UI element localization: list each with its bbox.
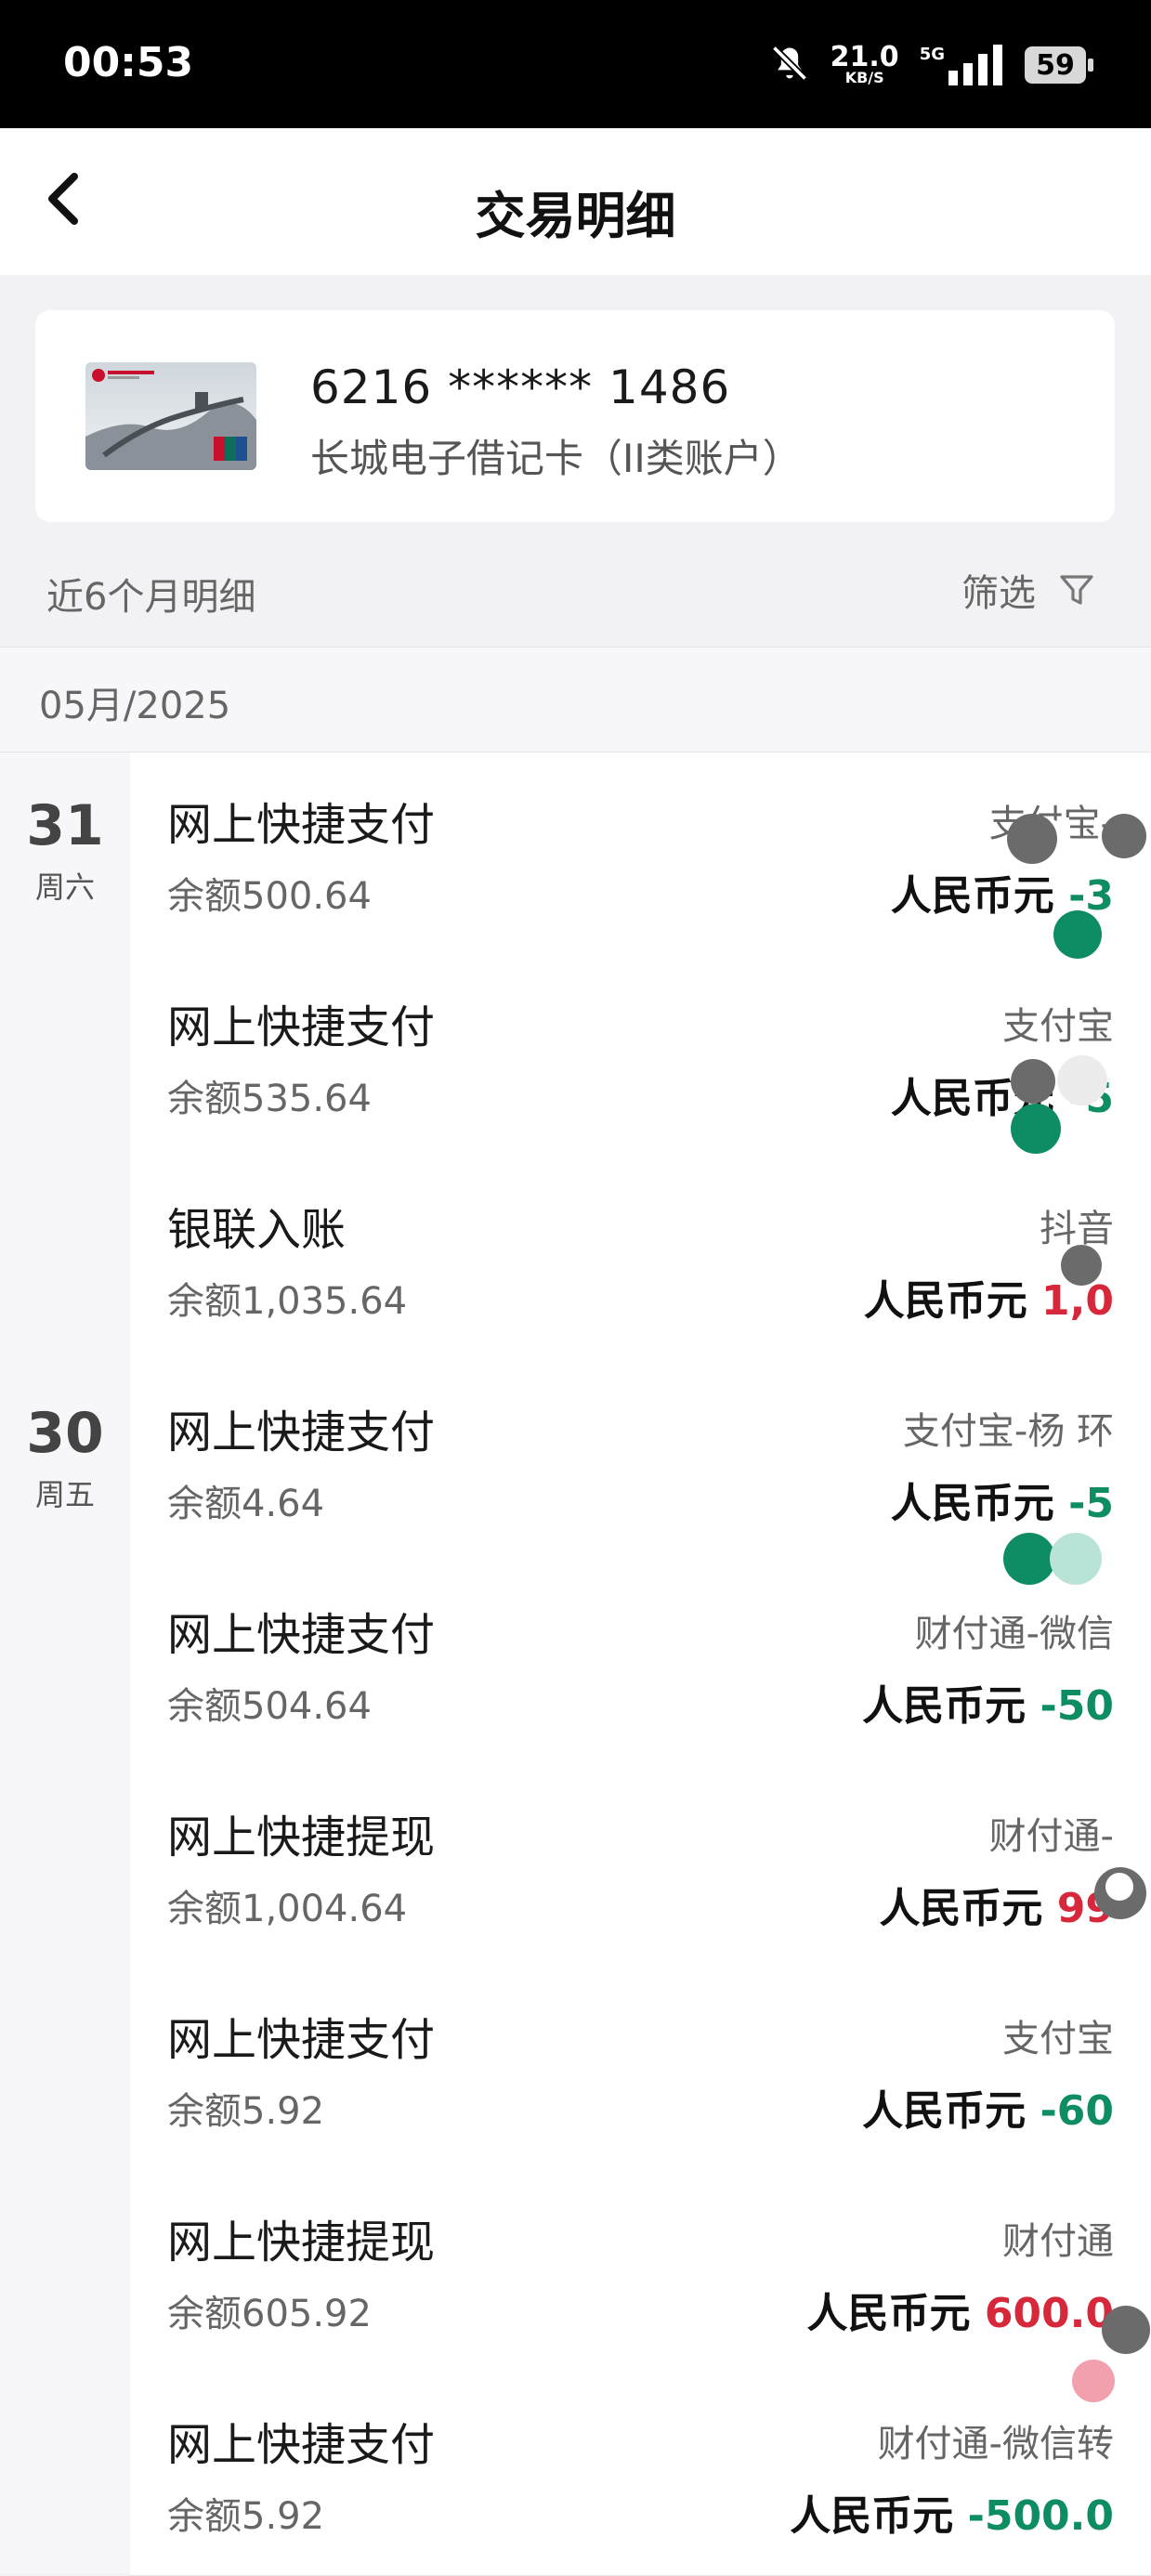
transaction-title: 网上快捷支付 bbox=[167, 1609, 436, 1661]
transaction-balance: 余额535.64 bbox=[167, 1078, 372, 1120]
transaction-title: 网上快捷支付 bbox=[167, 2014, 436, 2066]
date-day: 31 bbox=[26, 793, 104, 858]
transaction-list: 31 周六 30 周五 网上快捷支付 余额500.64 支付宝- 人民币元 -3… bbox=[0, 752, 1151, 2576]
mute-bell-icon bbox=[769, 43, 810, 87]
transaction-title: 网上快捷支付 bbox=[167, 1406, 436, 1458]
summary-row: 近6个月明细 筛选 bbox=[0, 544, 1151, 647]
nav-bar: 交易明细 bbox=[0, 128, 1151, 275]
redaction-overlay bbox=[1003, 752, 1151, 2573]
card-type: 长城电子借记卡（II类账户） bbox=[310, 436, 802, 481]
battery-icon: 59 bbox=[1025, 46, 1093, 84]
transaction-title: 网上快捷支付 bbox=[167, 799, 436, 851]
transaction-title: 网上快捷支付 bbox=[167, 2419, 436, 2471]
page-title: 交易明细 bbox=[475, 187, 676, 245]
transaction-balance: 余额1,035.64 bbox=[167, 1280, 408, 1323]
transaction-row[interactable]: 网上快捷支付 余额5.92 财付通-微信转 人民币元 -500.0 bbox=[130, 2373, 1151, 2576]
account-card[interactable]: 6216 ****** 1486 长城电子借记卡（II类账户） bbox=[35, 310, 1115, 522]
transaction-balance: 余额504.64 bbox=[167, 1685, 372, 1728]
transaction-row[interactable]: 银联入账 余额1,035.64 抖音 人民币元 1,0 bbox=[130, 1157, 1151, 1361]
transaction-row[interactable]: 网上快捷支付 余额4.64 支付宝-杨 环 人民币元 -5 bbox=[130, 1360, 1151, 1563]
transaction-row[interactable]: 网上快捷支付 余额5.92 支付宝 人民币元 -60 bbox=[130, 1968, 1151, 2171]
net-speed: 21.0 KB/S bbox=[830, 41, 899, 86]
date-group: 31 周六 bbox=[0, 793, 130, 907]
transaction-balance: 余额500.64 bbox=[167, 875, 372, 918]
month-header: 05月/2025 bbox=[0, 647, 1151, 752]
bank-card-image bbox=[85, 362, 256, 470]
date-weekday: 周五 bbox=[34, 1477, 95, 1512]
transaction-balance: 余额1,004.64 bbox=[167, 1888, 408, 1930]
transaction-title: 网上快捷提现 bbox=[167, 2216, 436, 2269]
date-weekday: 周六 bbox=[34, 870, 95, 905]
transaction-row[interactable]: 网上快捷支付 余额504.64 财付通-微信 人民币元 -50 bbox=[130, 1563, 1151, 1766]
transaction-title: 网上快捷支付 bbox=[167, 1001, 436, 1053]
transaction-balance: 余额605.92 bbox=[167, 2293, 372, 2335]
filter-button[interactable]: 筛选 bbox=[961, 563, 1095, 617]
month-label: 05月/2025 bbox=[39, 685, 231, 727]
date-column: 31 周六 30 周五 bbox=[0, 752, 130, 2573]
signal-icon: 5G bbox=[920, 45, 1004, 85]
date-group: 30 周五 bbox=[0, 1401, 130, 1514]
period-label: 近6个月明细 bbox=[46, 576, 256, 619]
transaction-row[interactable]: 网上快捷提现 余额1,004.64 财付通- 人民币元 99 bbox=[130, 1765, 1151, 1968]
transaction-balance: 余额5.92 bbox=[167, 2495, 325, 2538]
transaction-row[interactable]: 网上快捷支付 余额535.64 支付宝 人民币元 -5 bbox=[130, 955, 1151, 1158]
filter-label: 筛选 bbox=[961, 572, 1036, 615]
transaction-balance: 余额4.64 bbox=[167, 1483, 325, 1525]
status-icons: 21.0 KB/S 5G 59 bbox=[769, 35, 1093, 95]
transaction-title: 网上快捷提现 bbox=[167, 1811, 436, 1863]
status-bar: 00:53 21.0 KB/S 5G 59 bbox=[0, 0, 1151, 128]
transaction-row[interactable]: 网上快捷支付 余额500.64 支付宝- 人民币元 -3 bbox=[130, 752, 1151, 956]
transaction-balance: 余额5.92 bbox=[167, 2090, 325, 2133]
status-time: 00:53 bbox=[63, 39, 194, 86]
funnel-icon bbox=[1060, 575, 1093, 605]
transaction-title: 银联入账 bbox=[167, 1204, 347, 1256]
date-day: 30 bbox=[26, 1401, 104, 1466]
transaction-row[interactable]: 网上快捷提现 余额605.92 财付通 人民币元 600.0 bbox=[130, 2170, 1151, 2373]
card-number: 6216 ****** 1486 bbox=[310, 360, 731, 414]
